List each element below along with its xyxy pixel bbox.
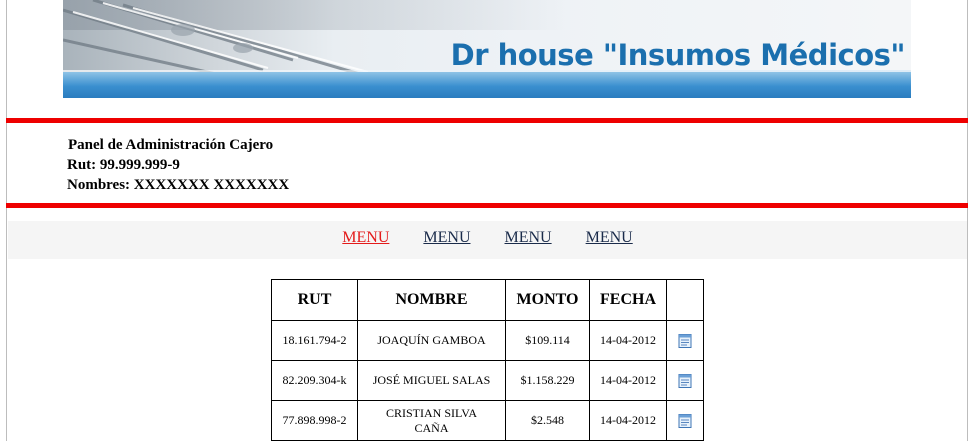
cell-rut: 18.161.794-2 <box>271 320 358 361</box>
menu-link-4[interactable]: MENU <box>586 221 633 255</box>
transactions-table: RUT NOMBRE MONTO FECHA 18.161.794-2 JOAQ… <box>271 279 704 441</box>
cell-nombre: JOAQUÍN GAMBOA <box>357 320 506 361</box>
divider-top <box>6 118 968 123</box>
cell-rut: 77.898.998-2 <box>271 400 358 441</box>
divider-bottom <box>6 203 968 208</box>
table-row: 82.209.304-k JOSÉ MIGUEL SALAS $1.158.22… <box>271 360 704 401</box>
cell-fecha: 14-04-2012 <box>589 400 667 441</box>
table-row: 77.898.998-2 CRISTIAN SILVA CAÑA $2.548 … <box>271 400 704 441</box>
cell-monto: $2.548 <box>505 400 590 441</box>
menu-bar: MENU MENU MENU MENU <box>8 221 967 259</box>
column-header-rut: RUT <box>271 279 358 321</box>
rut-line: Rut: 99.999.999-9 <box>67 157 180 173</box>
column-header-nombre: NOMBRE <box>357 279 506 321</box>
cell-nombre: CRISTIAN SILVA CAÑA <box>357 400 506 441</box>
cell-fecha: 14-04-2012 <box>589 360 667 401</box>
page-frame-left <box>6 0 7 441</box>
menu-link-1[interactable]: MENU <box>342 221 389 255</box>
cell-action <box>666 400 704 441</box>
document-icon[interactable] <box>678 414 692 429</box>
cell-fecha: 14-04-2012 <box>589 320 667 361</box>
menu-link-3[interactable]: MENU <box>505 221 552 255</box>
cell-monto: $1.158.229 <box>505 360 590 401</box>
header-banner: Dr house "Insumos Médicos" <box>63 0 911 98</box>
column-header-fecha: FECHA <box>589 279 667 321</box>
admin-info: Panel de Administración Cajero Rut: 99.9… <box>67 135 289 195</box>
cell-nombre: JOSÉ MIGUEL SALAS <box>357 360 506 401</box>
names-line: Nombres: XXXXXXX XXXXXXX <box>67 177 290 193</box>
banner-title: Dr house "Insumos Médicos" <box>450 38 906 72</box>
document-icon[interactable] <box>678 374 692 389</box>
surgical-tools-image <box>63 0 369 80</box>
column-header-monto: MONTO <box>505 279 590 321</box>
menu-link-2[interactable]: MENU <box>423 221 470 255</box>
document-icon[interactable] <box>678 334 692 349</box>
cell-action <box>666 360 704 401</box>
panel-title: Panel de Administración Cajero <box>68 137 274 153</box>
cell-monto: $109.114 <box>505 320 590 361</box>
column-header-actions <box>666 279 704 321</box>
table-row: 18.161.794-2 JOAQUÍN GAMBOA $109.114 14-… <box>271 320 704 361</box>
cell-action <box>666 320 704 361</box>
table-header-row: RUT NOMBRE MONTO FECHA <box>271 279 704 321</box>
page-frame-right <box>967 0 968 441</box>
cell-rut: 82.209.304-k <box>271 360 358 401</box>
